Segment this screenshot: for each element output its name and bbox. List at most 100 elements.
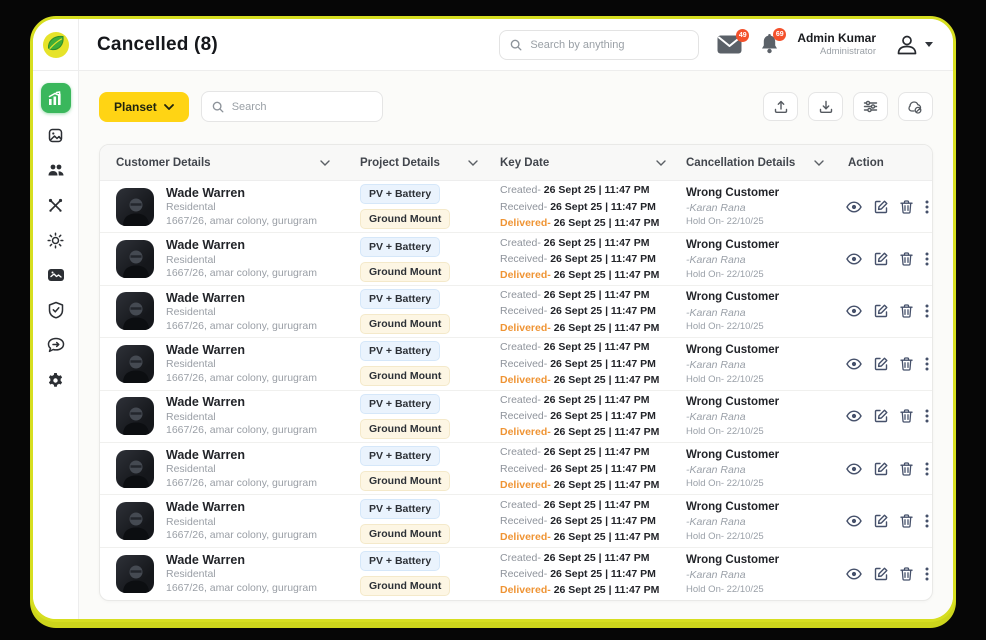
upload-button[interactable] bbox=[763, 92, 798, 121]
sort-chevron-icon[interactable] bbox=[656, 160, 666, 166]
received-line: Received- 26 Sept 25 | 11:47 PM bbox=[500, 303, 686, 319]
cancellation-hold-date: Hold On- 22/10/25 bbox=[686, 320, 836, 333]
edit-button[interactable] bbox=[872, 355, 890, 373]
edit-button[interactable] bbox=[872, 512, 890, 530]
delete-button[interactable] bbox=[898, 198, 915, 216]
table-body: Wade Warren Residental 1667/26, amar col… bbox=[100, 181, 932, 600]
download-button[interactable] bbox=[808, 92, 843, 121]
filter-button[interactable] bbox=[853, 92, 888, 121]
delete-button[interactable] bbox=[898, 565, 915, 583]
received-label: Received- bbox=[500, 463, 547, 475]
more-options-button[interactable] bbox=[923, 407, 931, 425]
sidebar-item-analytics[interactable] bbox=[41, 83, 71, 113]
sidebar-item-users[interactable] bbox=[41, 157, 71, 183]
edit-button[interactable] bbox=[872, 460, 890, 478]
sort-chevron-icon[interactable] bbox=[468, 160, 478, 166]
delivered-label: Delivered- bbox=[500, 217, 551, 229]
column-header-key-date[interactable]: Key Date bbox=[500, 157, 686, 169]
sun-icon bbox=[47, 232, 64, 249]
column-header-project-details[interactable]: Project Details bbox=[360, 157, 500, 169]
view-button[interactable] bbox=[844, 566, 864, 582]
key-date-cell: Created- 26 Sept 25 | 11:47 PM Received-… bbox=[500, 339, 686, 388]
view-button[interactable] bbox=[844, 513, 864, 529]
view-button[interactable] bbox=[844, 303, 864, 319]
view-button[interactable] bbox=[844, 199, 864, 215]
cancellation-by: -Karan Rana bbox=[686, 410, 836, 425]
profile-menu-button[interactable] bbox=[894, 32, 933, 58]
more-options-button[interactable] bbox=[923, 198, 931, 216]
cancellation-hold-date: Hold On- 22/10/25 bbox=[686, 425, 836, 438]
sort-chevron-icon[interactable] bbox=[320, 160, 330, 166]
view-button[interactable] bbox=[844, 356, 864, 372]
received-line: Received- 26 Sept 25 | 11:47 PM bbox=[500, 251, 686, 267]
edit-icon bbox=[874, 514, 888, 528]
sidebar-item-partners[interactable] bbox=[41, 192, 71, 218]
mail-button[interactable]: 49 bbox=[717, 35, 742, 54]
delete-button[interactable] bbox=[898, 407, 915, 425]
customer-type: Residental bbox=[166, 254, 317, 268]
app-logo[interactable] bbox=[33, 19, 79, 70]
mail-badge: 49 bbox=[736, 29, 749, 42]
column-header-customer-details[interactable]: Customer Details bbox=[116, 157, 360, 169]
sidebar-item-payments[interactable] bbox=[41, 262, 71, 288]
project-tag-ground-mount: Ground Mount bbox=[360, 524, 450, 544]
delete-button[interactable] bbox=[898, 250, 915, 268]
gear-icon bbox=[47, 372, 64, 389]
key-date-cell: Created- 26 Sept 25 | 11:47 PM Received-… bbox=[500, 497, 686, 546]
key-date-cell: Created- 26 Sept 25 | 11:47 PM Received-… bbox=[500, 550, 686, 599]
more-options-button[interactable] bbox=[923, 302, 931, 320]
cancellation-hold-date: Hold On- 22/10/25 bbox=[686, 583, 836, 596]
sidebar-item-settings[interactable] bbox=[41, 367, 71, 393]
sort-chevron-icon[interactable] bbox=[814, 160, 824, 166]
delivered-line: Delivered- 26 Sept 25 | 11:47 PM bbox=[500, 424, 686, 440]
planset-dropdown-button[interactable]: Planset bbox=[99, 92, 189, 122]
key-date-cell: Created- 26 Sept 25 | 11:47 PM Received-… bbox=[500, 287, 686, 336]
column-label: Project Details bbox=[360, 157, 440, 169]
delete-button[interactable] bbox=[898, 355, 915, 373]
notifications-button[interactable]: 69 bbox=[760, 34, 779, 55]
delete-button[interactable] bbox=[898, 302, 915, 320]
edit-button[interactable] bbox=[872, 302, 890, 320]
sidebar-item-messages[interactable] bbox=[41, 332, 71, 358]
delete-button[interactable] bbox=[898, 460, 915, 478]
customer-text: Wade Warren Residental 1667/26, amar col… bbox=[166, 499, 317, 543]
delivered-line: Delivered- 26 Sept 25 | 11:47 PM bbox=[500, 529, 686, 545]
delivered-value: 26 Sept 25 | 11:47 PM bbox=[554, 322, 660, 334]
created-value: 26 Sept 25 | 11:47 PM bbox=[544, 394, 650, 406]
more-options-button[interactable] bbox=[923, 512, 931, 530]
view-button[interactable] bbox=[844, 408, 864, 424]
kebab-menu-icon bbox=[925, 462, 929, 476]
table-row: Wade Warren Residental 1667/26, amar col… bbox=[100, 495, 932, 547]
view-button[interactable] bbox=[844, 251, 864, 267]
edit-icon bbox=[874, 252, 888, 266]
edit-button[interactable] bbox=[872, 250, 890, 268]
created-line: Created- 26 Sept 25 | 11:47 PM bbox=[500, 550, 686, 566]
cancellation-reason: Wrong Customer bbox=[686, 342, 836, 358]
table-search-input[interactable] bbox=[232, 101, 372, 113]
avatar bbox=[116, 345, 154, 383]
edit-button[interactable] bbox=[872, 198, 890, 216]
global-search-input[interactable] bbox=[530, 39, 688, 51]
cancellation-reason: Wrong Customer bbox=[686, 394, 836, 410]
delete-button[interactable] bbox=[898, 512, 915, 530]
more-options-button[interactable] bbox=[923, 460, 931, 478]
more-options-button[interactable] bbox=[923, 250, 931, 268]
more-options-button[interactable] bbox=[923, 355, 931, 373]
edit-button[interactable] bbox=[872, 407, 890, 425]
view-button[interactable] bbox=[844, 461, 864, 477]
more-options-button[interactable] bbox=[923, 565, 931, 583]
schedule-button[interactable] bbox=[898, 92, 933, 121]
delivered-line: Delivered- 26 Sept 25 | 11:47 PM bbox=[500, 267, 686, 283]
column-header-cancellation-details[interactable]: Cancellation Details bbox=[686, 157, 836, 169]
edit-button[interactable] bbox=[872, 565, 890, 583]
sidebar-item-solar[interactable] bbox=[41, 227, 71, 253]
planset-label: Planset bbox=[114, 100, 157, 114]
created-label: Created- bbox=[500, 341, 541, 353]
created-label: Created- bbox=[500, 184, 541, 196]
sidebar-item-documents[interactable] bbox=[41, 122, 71, 148]
delete-trash-icon bbox=[900, 357, 913, 371]
sidebar-item-security[interactable] bbox=[41, 297, 71, 323]
cancellation-by: -Karan Rana bbox=[686, 515, 836, 530]
kebab-menu-icon bbox=[925, 567, 929, 581]
received-value: 26 Sept 25 | 11:47 PM bbox=[550, 201, 656, 213]
